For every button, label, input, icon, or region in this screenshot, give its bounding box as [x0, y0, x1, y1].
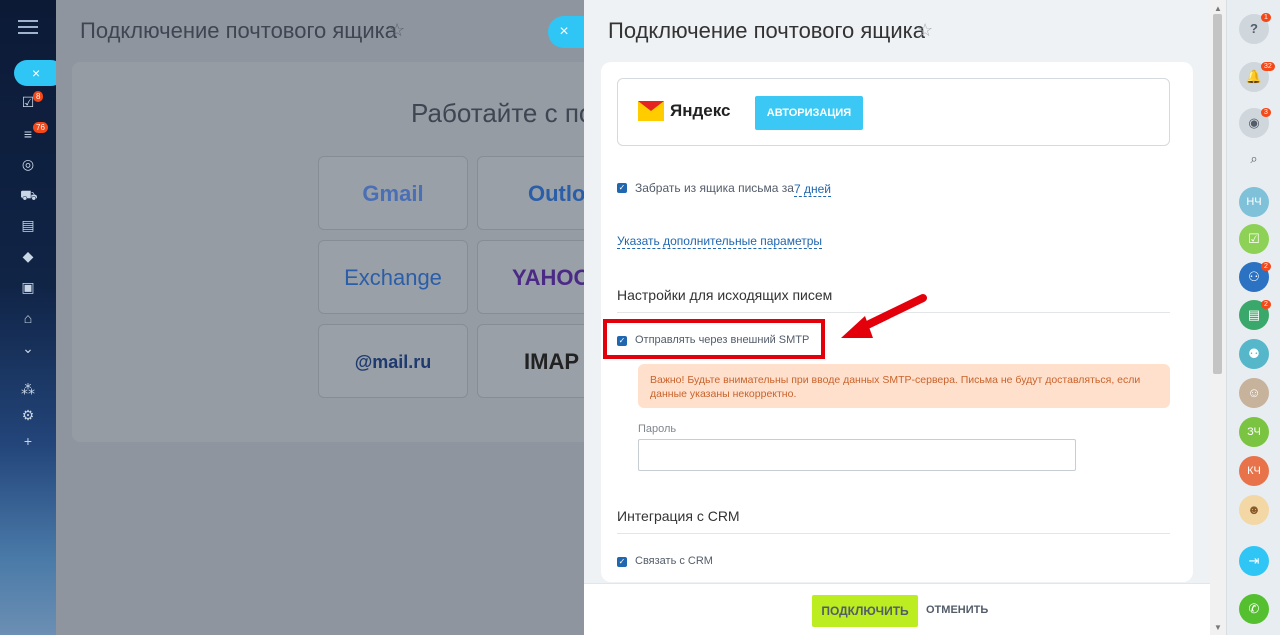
cancel-button[interactable]: ОТМЕНИТЬ: [926, 604, 988, 616]
card-badge: 2: [1261, 300, 1271, 309]
password-label: Пароль: [638, 423, 677, 435]
menu-icon[interactable]: [18, 20, 38, 34]
cart-icon[interactable]: ⛟: [20, 187, 38, 203]
contact-card-icon[interactable]: ▤: [20, 217, 36, 233]
provider-block: Яндекс АВТОРИЗАЦИЯ: [617, 78, 1170, 146]
left-navigation: × ☑ 8 ≡ 76 ◎ ⛟ ▤ ◆ ▣ ⌂ ⌄ ⁂ ⚙ +: [0, 0, 64, 635]
outgoing-heading: Настройки для исходящих писем: [617, 287, 833, 303]
search-icon[interactable]: ⌕: [1239, 144, 1269, 174]
chat-badge: 3: [1261, 108, 1271, 117]
structure-icon[interactable]: ⁂: [20, 381, 36, 397]
target-icon[interactable]: ◎: [20, 156, 36, 172]
box-icon[interactable]: ◆: [20, 248, 36, 264]
scroll-up-icon[interactable]: ▲: [1214, 4, 1222, 13]
background-page-title: Подключение почтового ящика: [80, 18, 398, 43]
close-icon: ×: [32, 65, 41, 81]
crm-heading: Интеграция с CRM: [617, 508, 740, 524]
avatar-nch[interactable]: НЧ: [1239, 187, 1269, 217]
connect-button[interactable]: ПОДКЛЮЧИТЬ: [812, 595, 918, 627]
bank-icon[interactable]: ⌂: [20, 310, 36, 326]
notifications-badge: 32: [1261, 62, 1275, 71]
smtp-warning: Важно! Будьте внимательны при вводе данн…: [638, 364, 1170, 408]
gear-icon[interactable]: ⚙: [20, 407, 36, 423]
provider-tile-gmail[interactable]: Gmail: [318, 156, 468, 230]
scroll-down-icon[interactable]: ▼: [1214, 623, 1222, 632]
highlight-frame: [603, 319, 825, 359]
phone-icon[interactable]: ✆: [1239, 594, 1269, 624]
scrollbar[interactable]: ▲ ▼: [1210, 0, 1226, 635]
password-input[interactable]: [638, 439, 1076, 471]
feed-badge: 76: [33, 122, 48, 133]
authorize-button[interactable]: АВТОРИЗАЦИЯ: [755, 96, 863, 130]
robot-icon[interactable]: ▣: [20, 279, 36, 295]
background-heading: Работайте с по: [411, 98, 594, 128]
divider: [617, 533, 1170, 534]
provider-tile-exchange[interactable]: Exchange: [318, 240, 468, 314]
star-icon[interactable]: ☆: [389, 20, 405, 41]
fetch-mail-checkbox[interactable]: ✓: [617, 183, 627, 193]
group-badge: 2: [1261, 262, 1271, 271]
avatar-kch[interactable]: КЧ: [1239, 456, 1269, 486]
background-page: Подключение почтового ящика ☆ Работайте …: [56, 0, 627, 635]
chevron-down-icon[interactable]: ⌄: [20, 340, 36, 356]
crm-link-label: Связать с CRM: [635, 555, 713, 567]
crm-checkbox[interactable]: ✓: [617, 557, 627, 567]
provider-tile-mailru[interactable]: @mail.ru: [318, 324, 468, 398]
annotation-arrow-icon: [841, 294, 927, 338]
envelope-icon: [638, 101, 664, 121]
right-sidebar: ? 1 🔔 32 ◉ 3 ⌕ НЧ ☑ ⚇ 2 ▤ 2 ⚉ ☺ ЗЧ КЧ ☻ …: [1226, 0, 1280, 635]
close-slider-button[interactable]: ×: [548, 16, 588, 48]
slider-footer: ПОДКЛЮЧИТЬ ОТМЕНИТЬ: [584, 583, 1210, 635]
task-check-icon[interactable]: ☑: [1239, 224, 1269, 254]
fetch-mail-label: Забрать из ящика письма за: [635, 181, 794, 195]
tasks-badge: 8: [33, 91, 44, 102]
fetch-period-link[interactable]: 7 дней: [794, 182, 832, 197]
scrollbar-thumb[interactable]: [1213, 14, 1222, 374]
plus-icon[interactable]: +: [20, 433, 36, 449]
avatar-photo[interactable]: ☺: [1239, 378, 1269, 408]
slider-title: Подключение почтового ящика: [608, 18, 926, 43]
star-icon[interactable]: ☆: [917, 20, 933, 41]
help-badge: 1: [1261, 13, 1271, 22]
open-lines-icon[interactable]: ⇥: [1239, 546, 1269, 576]
avatar-cartoon[interactable]: ☻: [1239, 495, 1269, 525]
users-icon[interactable]: ⚉: [1239, 339, 1269, 369]
provider-logo-text: Яндекс: [670, 101, 731, 120]
avatar-zch[interactable]: ЗЧ: [1239, 417, 1269, 447]
advanced-params-link[interactable]: Указать дополнительные параметры: [617, 234, 823, 249]
